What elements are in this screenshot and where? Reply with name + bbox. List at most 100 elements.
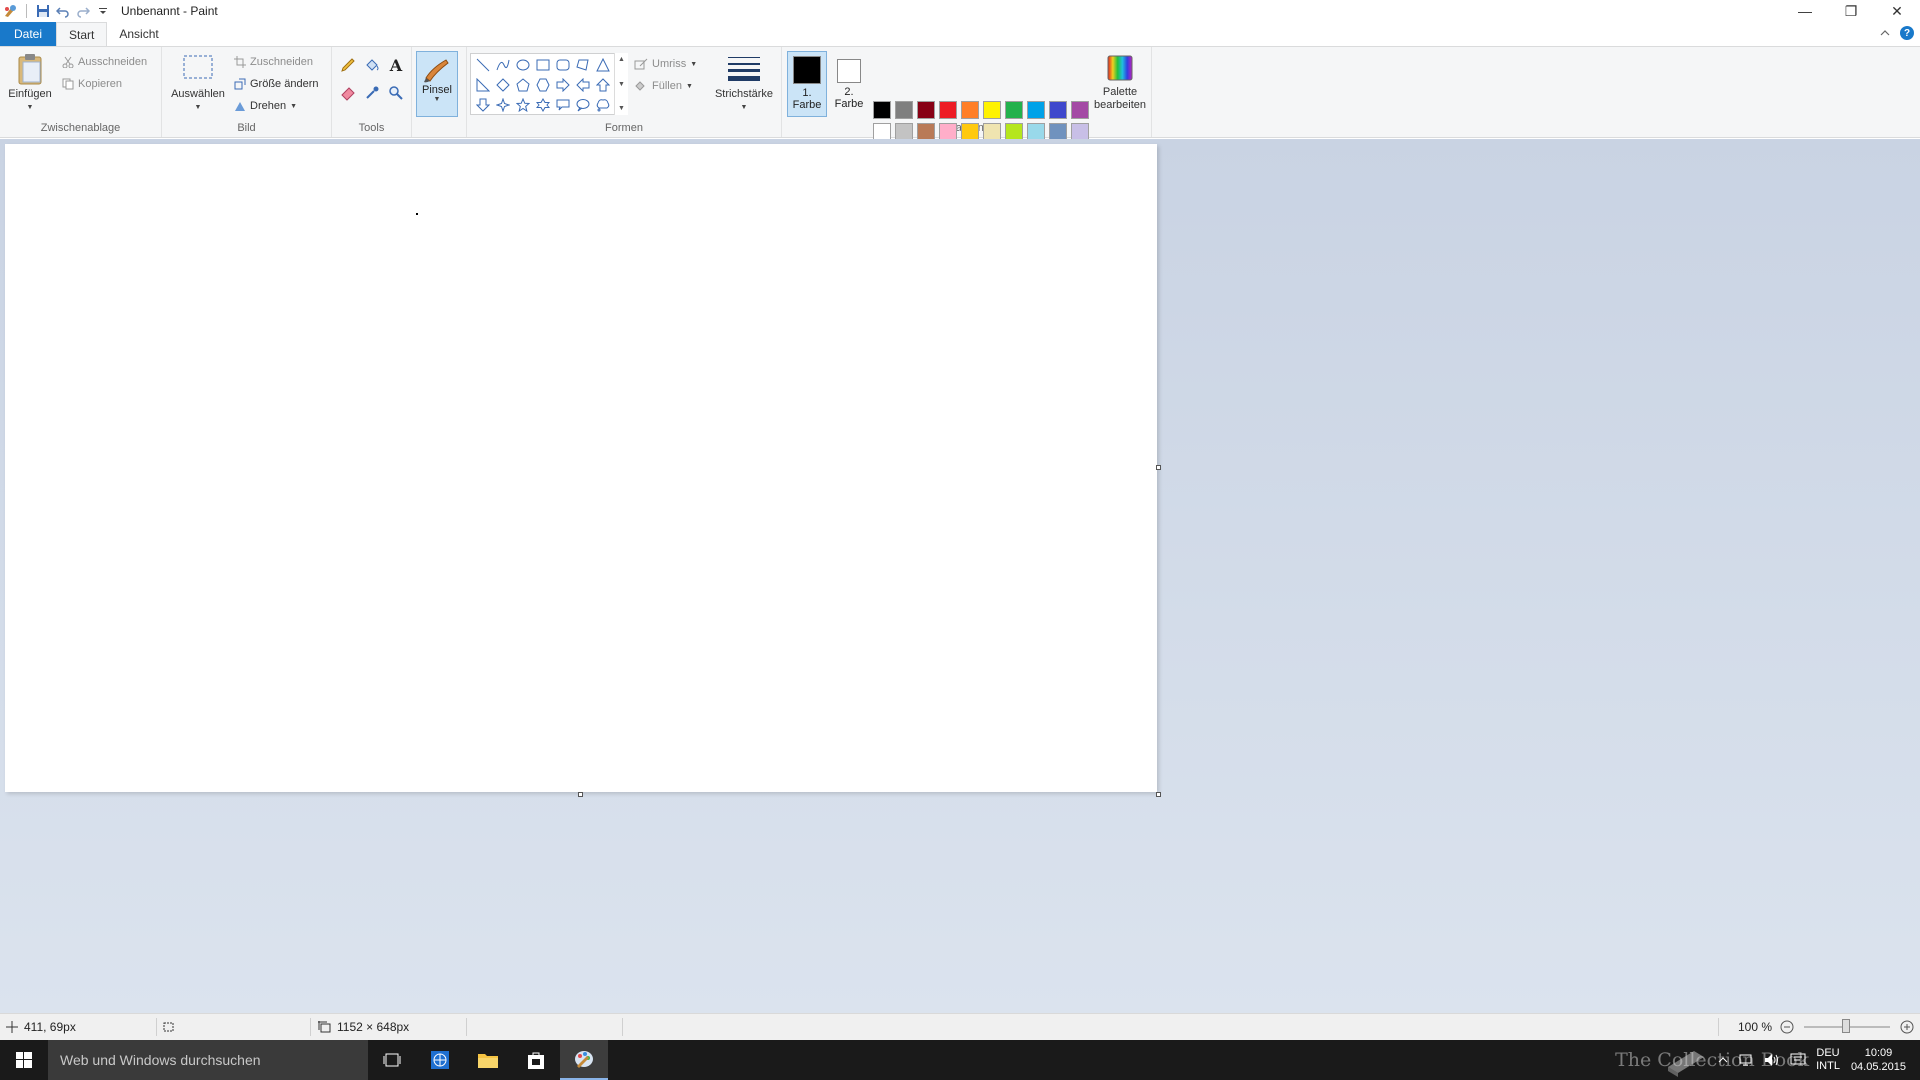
color2-label: 2. Farbe	[834, 86, 864, 110]
zoom-in-button[interactable]	[1900, 1014, 1914, 1040]
palette-color-swatch[interactable]	[895, 101, 913, 119]
rotate-button[interactable]: Drehen ▼	[234, 97, 297, 115]
rectangle-shape-icon[interactable]	[533, 55, 553, 75]
right-triangle-shape-icon[interactable]	[473, 75, 493, 95]
minimize-button[interactable]: —	[1782, 0, 1828, 22]
stroke-width-icon	[728, 57, 760, 81]
minimize-ribbon-icon[interactable]	[1880, 26, 1890, 40]
paint-app-icon[interactable]	[2, 3, 18, 19]
stroke-width-button[interactable]: Strichstärke ▼	[708, 53, 780, 114]
folder-icon	[478, 1054, 498, 1068]
shapes-scrollbar[interactable]: ▲ ▼ ▼	[614, 53, 628, 115]
line-shape-icon[interactable]	[473, 55, 493, 75]
palette-color-swatch[interactable]	[1049, 101, 1067, 119]
crop-button[interactable]: Zuschneiden	[234, 53, 313, 71]
close-button[interactable]: ✕	[1874, 0, 1920, 22]
left-arrow-shape-icon[interactable]	[573, 75, 593, 95]
color-picker-icon[interactable]	[360, 79, 384, 107]
rect-callout-shape-icon[interactable]	[553, 95, 573, 115]
six-point-star-shape-icon[interactable]	[533, 95, 553, 115]
brush-button[interactable]: Pinsel ▼	[416, 51, 458, 117]
fill-bucket-icon[interactable]	[360, 51, 384, 79]
curve-shape-icon[interactable]	[493, 55, 513, 75]
brush-icon	[424, 59, 449, 83]
expand-gallery-icon[interactable]: ▼	[618, 105, 625, 112]
copy-button[interactable]: Kopieren	[62, 75, 122, 93]
resize-handle-right[interactable]	[1156, 465, 1161, 470]
network-icon[interactable]	[1738, 1053, 1754, 1067]
taskbar-search-box[interactable]: Web und Windows durchsuchen	[48, 1040, 368, 1080]
windows-logo-icon	[16, 1052, 32, 1068]
show-hidden-icons-icon[interactable]	[1718, 1056, 1728, 1064]
scroll-down-icon[interactable]: ▼	[618, 81, 625, 88]
palette-color-swatch[interactable]	[1027, 101, 1045, 119]
palette-color-swatch[interactable]	[983, 101, 1001, 119]
cut-button[interactable]: Ausschneiden	[62, 53, 147, 71]
color1-button[interactable]: 1. Farbe	[787, 51, 827, 117]
customize-qa-dropdown-icon[interactable]	[95, 3, 111, 19]
paste-button[interactable]: Einfügen ▼	[6, 53, 54, 114]
polygon-shape-icon[interactable]	[573, 55, 593, 75]
taskbar-paint[interactable]	[560, 1040, 608, 1080]
palette-color-swatch[interactable]	[939, 101, 957, 119]
outline-button[interactable]: Umriss ▼	[634, 55, 697, 73]
save-icon[interactable]	[35, 3, 51, 19]
action-center-icon[interactable]	[1790, 1053, 1806, 1067]
four-point-star-shape-icon[interactable]	[493, 95, 513, 115]
palette-color-swatch[interactable]	[1071, 101, 1089, 119]
five-point-star-shape-icon[interactable]	[513, 95, 533, 115]
palette-color-swatch[interactable]	[873, 101, 891, 119]
edit-palette-label: Palette bearbeiten	[1094, 86, 1146, 111]
tab-datei[interactable]: Datei	[0, 22, 57, 46]
scroll-up-icon[interactable]: ▲	[618, 56, 625, 63]
zoom-slider-thumb[interactable]	[1842, 1019, 1850, 1033]
down-arrow-shape-icon[interactable]	[473, 95, 493, 115]
volume-icon[interactable]	[1764, 1053, 1780, 1067]
tab-ansicht[interactable]: Ansicht	[107, 22, 170, 46]
hexagon-shape-icon[interactable]	[533, 75, 553, 95]
text-tool-icon[interactable]: A	[384, 51, 408, 79]
oval-callout-shape-icon[interactable]	[573, 95, 593, 115]
palette-color-swatch[interactable]	[917, 101, 935, 119]
up-arrow-shape-icon[interactable]	[593, 75, 613, 95]
task-view-button[interactable]	[368, 1040, 416, 1080]
diamond-shape-icon[interactable]	[493, 75, 513, 95]
taskbar-file-explorer[interactable]	[464, 1040, 512, 1080]
color2-button[interactable]: 2. Farbe	[829, 51, 869, 117]
status-divider	[156, 1018, 157, 1036]
select-button[interactable]: Auswählen ▼	[168, 53, 228, 114]
resize-handle-bottom[interactable]	[578, 792, 583, 797]
right-arrow-shape-icon[interactable]	[553, 75, 573, 95]
clipboard-icon	[18, 54, 42, 85]
fill-button[interactable]: Füllen ▼	[634, 77, 693, 95]
system-clock[interactable]: 10:09 04.05.2015	[1851, 1046, 1906, 1074]
crosshair-icon	[6, 1021, 18, 1033]
triangle-shape-icon[interactable]	[593, 55, 613, 75]
help-icon[interactable]: ?	[1900, 26, 1914, 40]
oval-shape-icon[interactable]	[513, 55, 533, 75]
redo-icon[interactable]	[75, 3, 91, 19]
eraser-icon[interactable]	[336, 79, 360, 107]
keyboard-layout: INTL	[1816, 1060, 1840, 1072]
resize-handle-corner[interactable]	[1156, 792, 1161, 797]
taskbar-store[interactable]	[512, 1040, 560, 1080]
pentagon-shape-icon[interactable]	[513, 75, 533, 95]
palette-color-swatch[interactable]	[961, 101, 979, 119]
undo-icon[interactable]	[55, 3, 71, 19]
restore-button[interactable]: ❐	[1828, 0, 1874, 22]
zoom-out-button[interactable]	[1780, 1014, 1794, 1040]
group-image: Auswählen ▼ Zuschneiden Größe ändern Dre…	[162, 47, 332, 137]
magnifier-icon[interactable]	[384, 79, 408, 107]
taskbar-browser[interactable]	[416, 1040, 464, 1080]
palette-color-swatch[interactable]	[1005, 101, 1023, 119]
resize-button[interactable]: Größe ändern	[234, 75, 318, 93]
edit-palette-button[interactable]: Palette bearbeiten	[1090, 53, 1150, 112]
tools-grid: A	[336, 51, 408, 107]
tab-start[interactable]: Start	[56, 22, 108, 46]
drawing-canvas[interactable]	[5, 144, 1157, 792]
cloud-callout-shape-icon[interactable]	[593, 95, 613, 115]
input-language-indicator[interactable]: DEU INTL	[1816, 1047, 1840, 1073]
pencil-icon[interactable]	[336, 51, 360, 79]
rounded-rectangle-shape-icon[interactable]	[553, 55, 573, 75]
start-button[interactable]	[0, 1040, 48, 1080]
